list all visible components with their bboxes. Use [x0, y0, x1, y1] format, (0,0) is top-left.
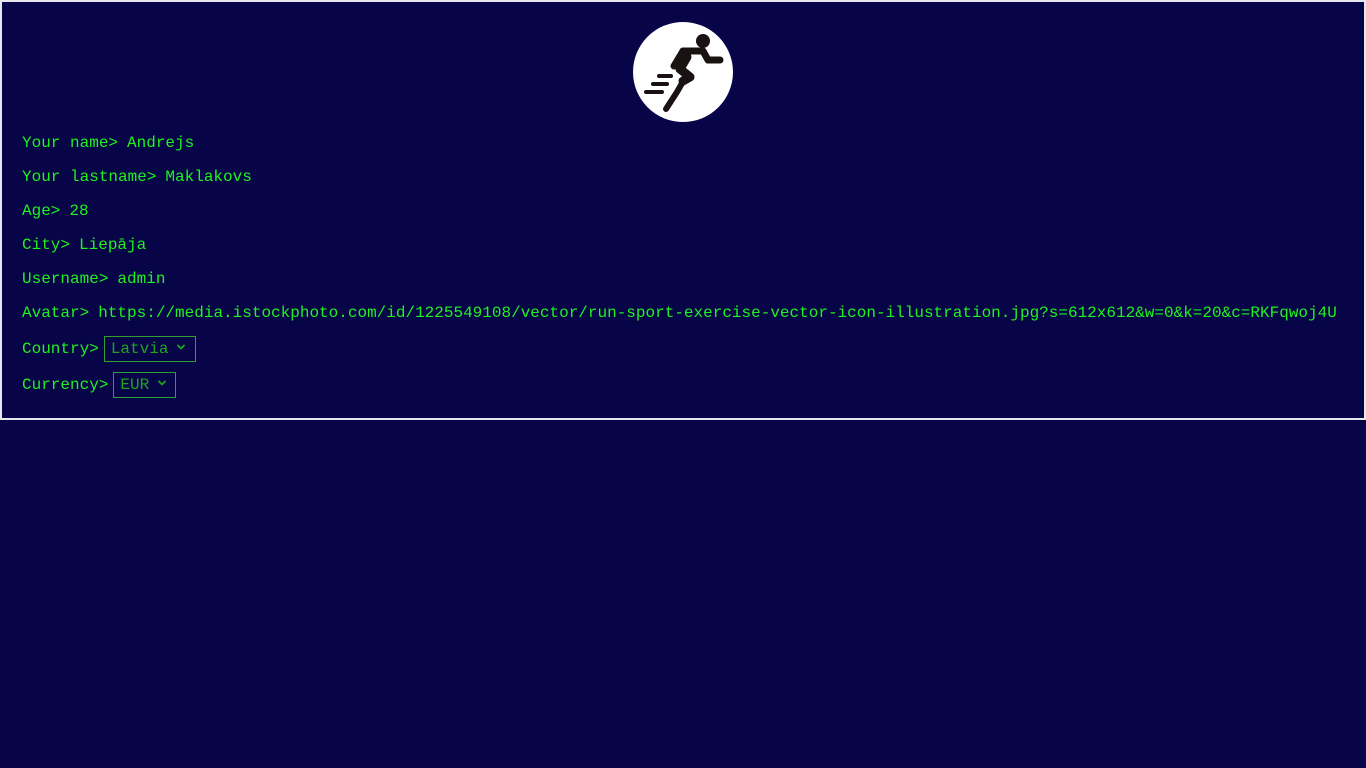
age-value: 28 — [69, 202, 89, 220]
avatar-url-label: Avatar> — [22, 304, 90, 322]
avatar-url-row: Avatar> https://media.istockphoto.com/id/… — [22, 303, 1336, 323]
lastname-label: Your lastname> — [22, 168, 157, 186]
name-value: Andrejs — [127, 134, 195, 152]
currency-row: Currency> EUR — [22, 372, 177, 398]
chevron-down-icon — [157, 378, 167, 388]
age-label: Age> — [22, 202, 61, 220]
avatar-url-value: https://media.istockphoto.com/id/1225549… — [98, 304, 1336, 322]
city-value: Liepāja — [79, 236, 147, 254]
username-row: Username> admin — [22, 269, 165, 289]
currency-label: Currency> — [22, 376, 109, 394]
chevron-down-icon — [176, 342, 186, 352]
profile-panel: Your name> Andrejs Your lastname> Maklakov… — [0, 0, 1366, 420]
running-person-icon — [644, 34, 724, 112]
city-row: City> Liepāja — [22, 235, 146, 255]
city-label: City> — [22, 236, 71, 254]
country-row: Country> Latvia — [22, 336, 196, 362]
lastname-value: Maklakovs — [165, 168, 252, 186]
currency-select[interactable]: EUR — [113, 372, 177, 398]
name-row: Your name> Andrejs — [22, 133, 194, 153]
currency-selected-value: EUR — [120, 376, 150, 394]
age-row: Age> 28 — [22, 201, 89, 221]
username-value: admin — [117, 270, 166, 288]
country-select[interactable]: Latvia — [103, 336, 196, 362]
country-label: Country> — [22, 340, 99, 358]
avatar — [633, 22, 733, 122]
country-selected-value: Latvia — [110, 340, 169, 358]
name-label: Your name> — [22, 134, 119, 152]
username-label: Username> — [22, 270, 109, 288]
lastname-row: Your lastname> Maklakovs — [22, 167, 252, 187]
